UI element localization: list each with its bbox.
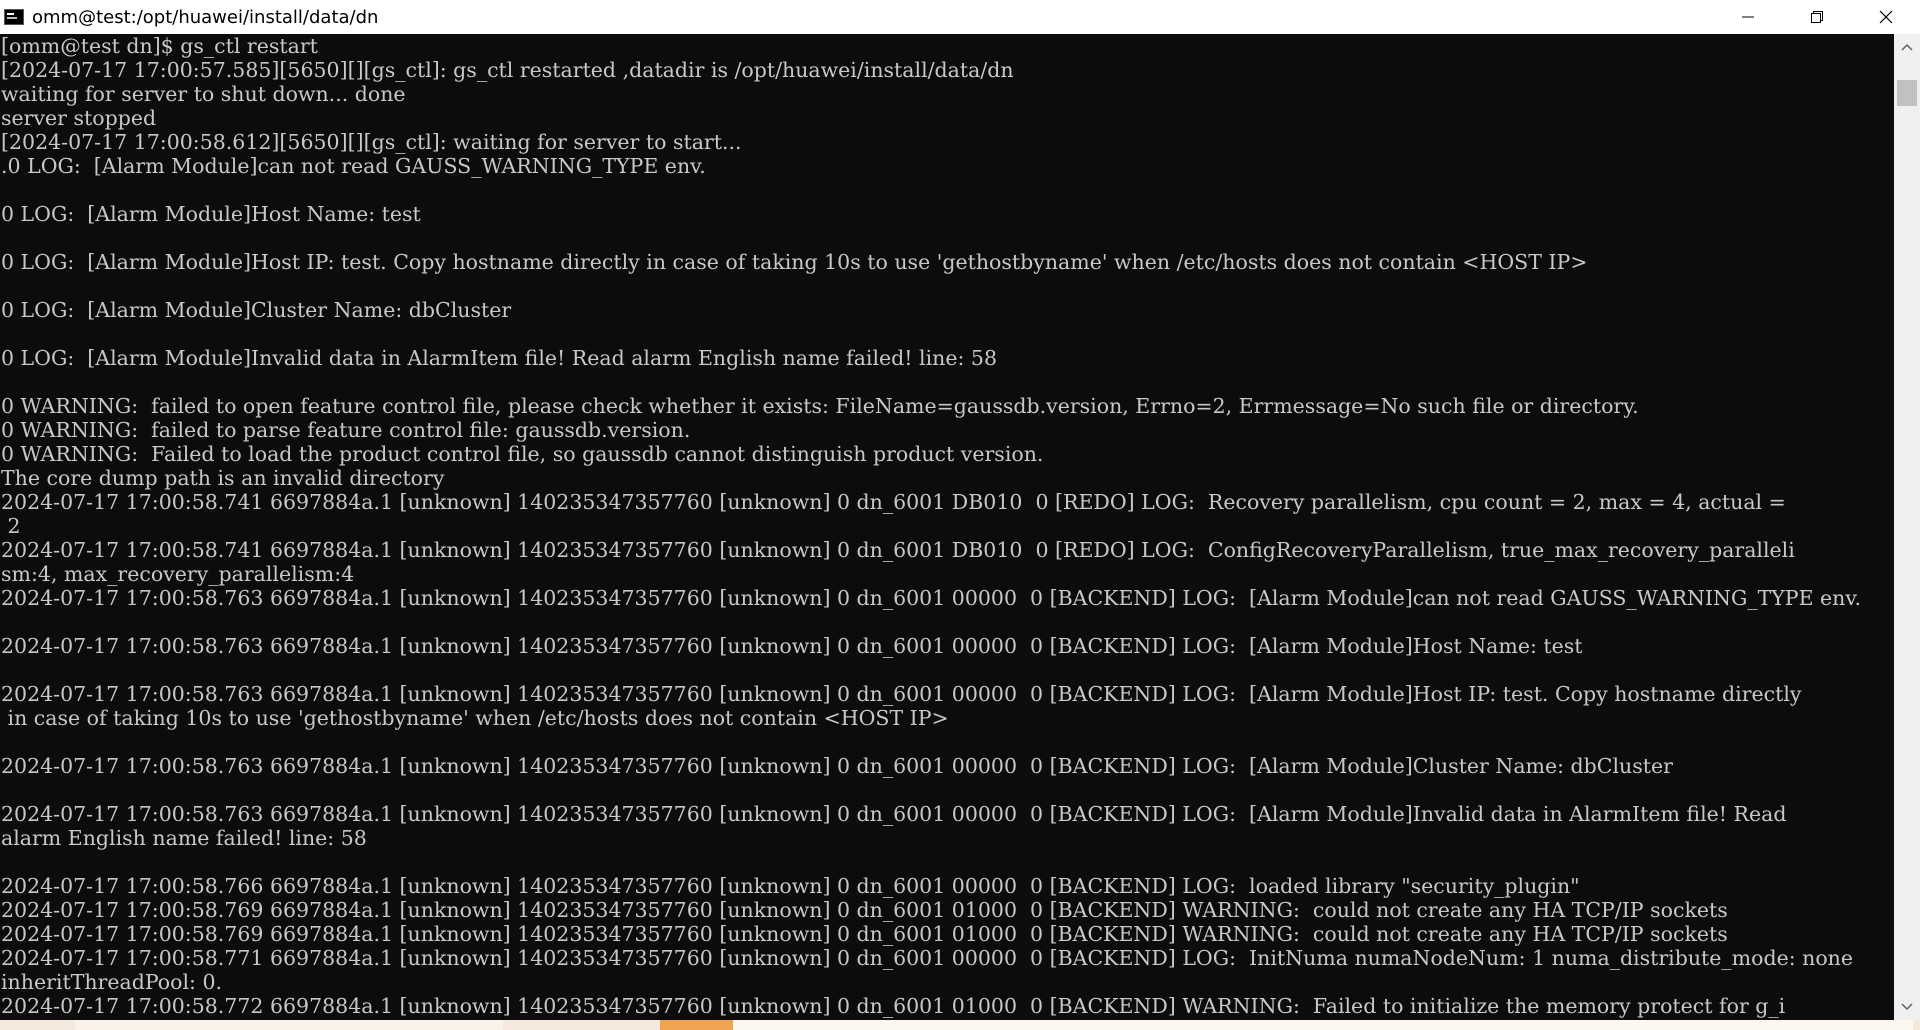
terminal-line: 2024-07-17 17:00:58.741 6697884a.1 [unkn… xyxy=(1,538,1795,562)
terminal-line: 0 LOG: [Alarm Module]Invalid data in Ala… xyxy=(1,346,998,370)
terminal-line: in case of taking 10s to use 'gethostbyn… xyxy=(1,706,949,730)
close-icon xyxy=(1879,10,1892,24)
terminal-line: 2024-07-17 17:00:58.763 6697884a.1 [unkn… xyxy=(1,754,1673,778)
terminal-line: 2024-07-17 17:00:58.763 6697884a.1 [unkn… xyxy=(1,634,1583,658)
window-title: omm@test:/opt/huawei/install/data/dn xyxy=(32,6,379,28)
window-controls xyxy=(1713,0,1920,34)
terminal-window: omm@test:/opt/huawei/install/data/dn [om… xyxy=(0,0,1920,1030)
terminal-line: 0 LOG: [Alarm Module]Host IP: test. Copy… xyxy=(1,250,1588,274)
terminal-line: 2024-07-17 17:00:58.766 6697884a.1 [unkn… xyxy=(1,874,1580,898)
terminal-line: 2024-07-17 17:00:58.769 6697884a.1 [unkn… xyxy=(1,922,1728,946)
terminal-line: 2024-07-17 17:00:58.763 6697884a.1 [unkn… xyxy=(1,802,1787,826)
terminal-line: 2024-07-17 17:00:58.771 6697884a.1 [unkn… xyxy=(1,946,1854,970)
terminal-line: .0 LOG: [Alarm Module]can not read GAUSS… xyxy=(1,154,706,178)
taskbar-segment xyxy=(733,1020,1913,1030)
minimize-button[interactable] xyxy=(1713,0,1782,34)
terminal-line: 0 WARNING: failed to parse feature contr… xyxy=(1,418,691,442)
terminal-line: [2024-07-17 17:00:58.612][5650][][gs_ctl… xyxy=(1,130,742,154)
terminal-line: sm:4, max_recovery_parallelism:4 xyxy=(1,562,355,586)
scroll-up-arrow-icon xyxy=(1901,43,1913,51)
scroll-up-button[interactable] xyxy=(1894,34,1920,60)
scroll-down-arrow-icon xyxy=(1901,1003,1913,1011)
taskbar-segment xyxy=(75,1020,503,1030)
terminal-line: 2024-07-17 17:00:58.769 6697884a.1 [unkn… xyxy=(1,898,1728,922)
terminal-line: The core dump path is an invalid directo… xyxy=(1,466,445,490)
terminal-line: server stopped xyxy=(1,106,157,130)
terminal-line: 2024-07-17 17:00:58.763 6697884a.1 [unkn… xyxy=(1,586,1862,610)
scroll-thumb[interactable] xyxy=(1897,80,1917,106)
restore-icon xyxy=(1810,11,1823,23)
terminal-line: 2 xyxy=(1,514,21,538)
terminal-line: [omm@test dn]$ gs_ctl restart xyxy=(1,34,318,58)
terminal-line: 0 LOG: [Alarm Module]Host Name: test xyxy=(1,202,421,226)
minimize-icon xyxy=(1741,16,1754,18)
terminal-line: alarm English name failed! line: 58 xyxy=(1,826,367,850)
terminal-line: inheritThreadPool: 0. xyxy=(1,970,223,994)
title-bar[interactable]: omm@test:/opt/huawei/install/data/dn xyxy=(0,0,1920,34)
terminal-output[interactable]: [omm@test dn]$ gs_ctl restart [2024-07-17… xyxy=(0,34,1894,1020)
terminal-line: 2024-07-17 17:00:58.741 6697884a.1 [unkn… xyxy=(1,490,1786,514)
terminal-line: 2024-07-17 17:00:58.763 6697884a.1 [unkn… xyxy=(1,682,1802,706)
terminal-line: waiting for server to shut down... done xyxy=(1,82,406,106)
terminal-line: 0 LOG: [Alarm Module]Cluster Name: dbClu… xyxy=(1,298,512,322)
terminal-line: 2024-07-17 17:00:58.772 6697884a.1 [unkn… xyxy=(1,994,1786,1018)
taskbar-edge xyxy=(0,1020,1920,1030)
close-button[interactable] xyxy=(1851,0,1920,34)
terminal-line: 0 WARNING: Failed to load the product co… xyxy=(1,442,1044,466)
terminal-line: [2024-07-17 17:00:57.585][5650][][gs_ctl… xyxy=(1,58,1014,82)
scroll-down-button[interactable] xyxy=(1894,994,1920,1020)
vertical-scrollbar[interactable] xyxy=(1894,34,1920,1020)
terminal-line: 0 WARNING: failed to open feature contro… xyxy=(1,394,1639,418)
taskbar-active-segment xyxy=(660,1020,733,1030)
restore-button[interactable] xyxy=(1782,0,1851,34)
console-icon[interactable] xyxy=(4,9,24,25)
